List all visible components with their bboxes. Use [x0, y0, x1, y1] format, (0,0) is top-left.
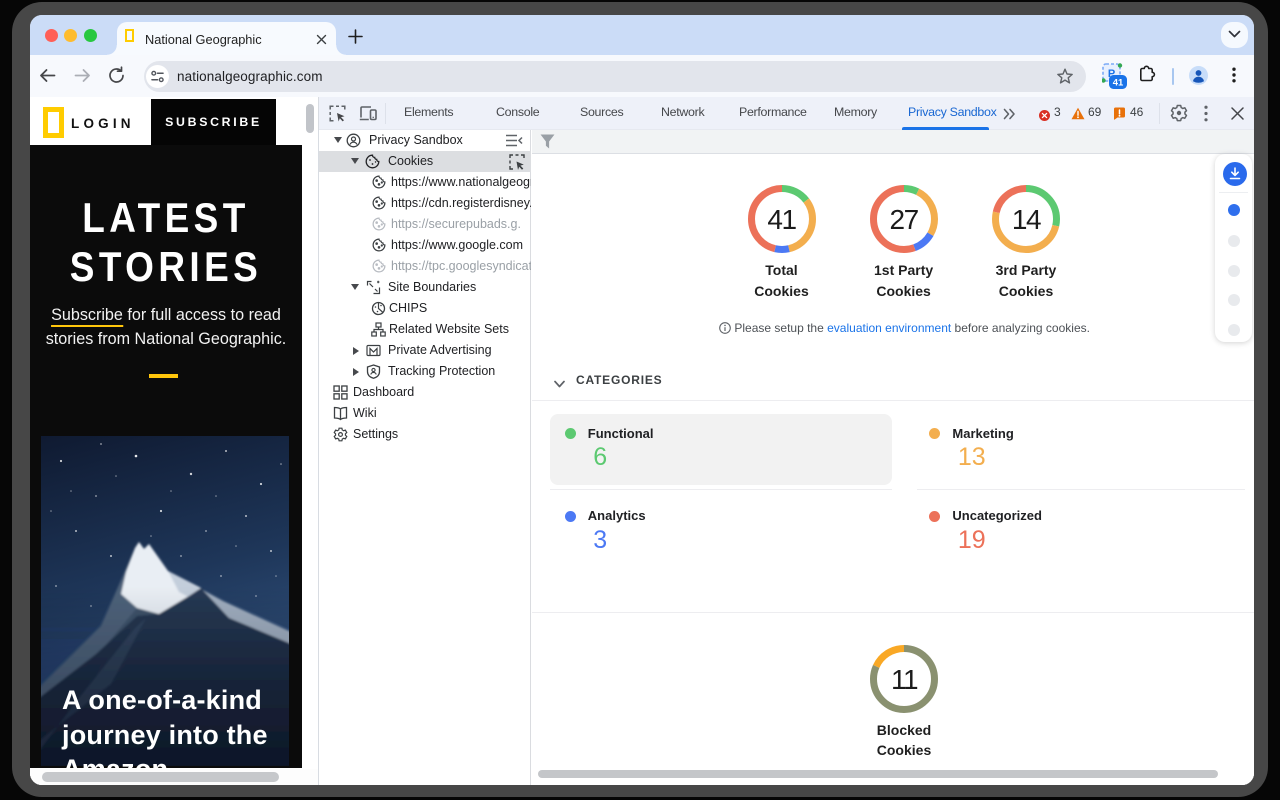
svg-text:41: 41: [1113, 78, 1124, 89]
